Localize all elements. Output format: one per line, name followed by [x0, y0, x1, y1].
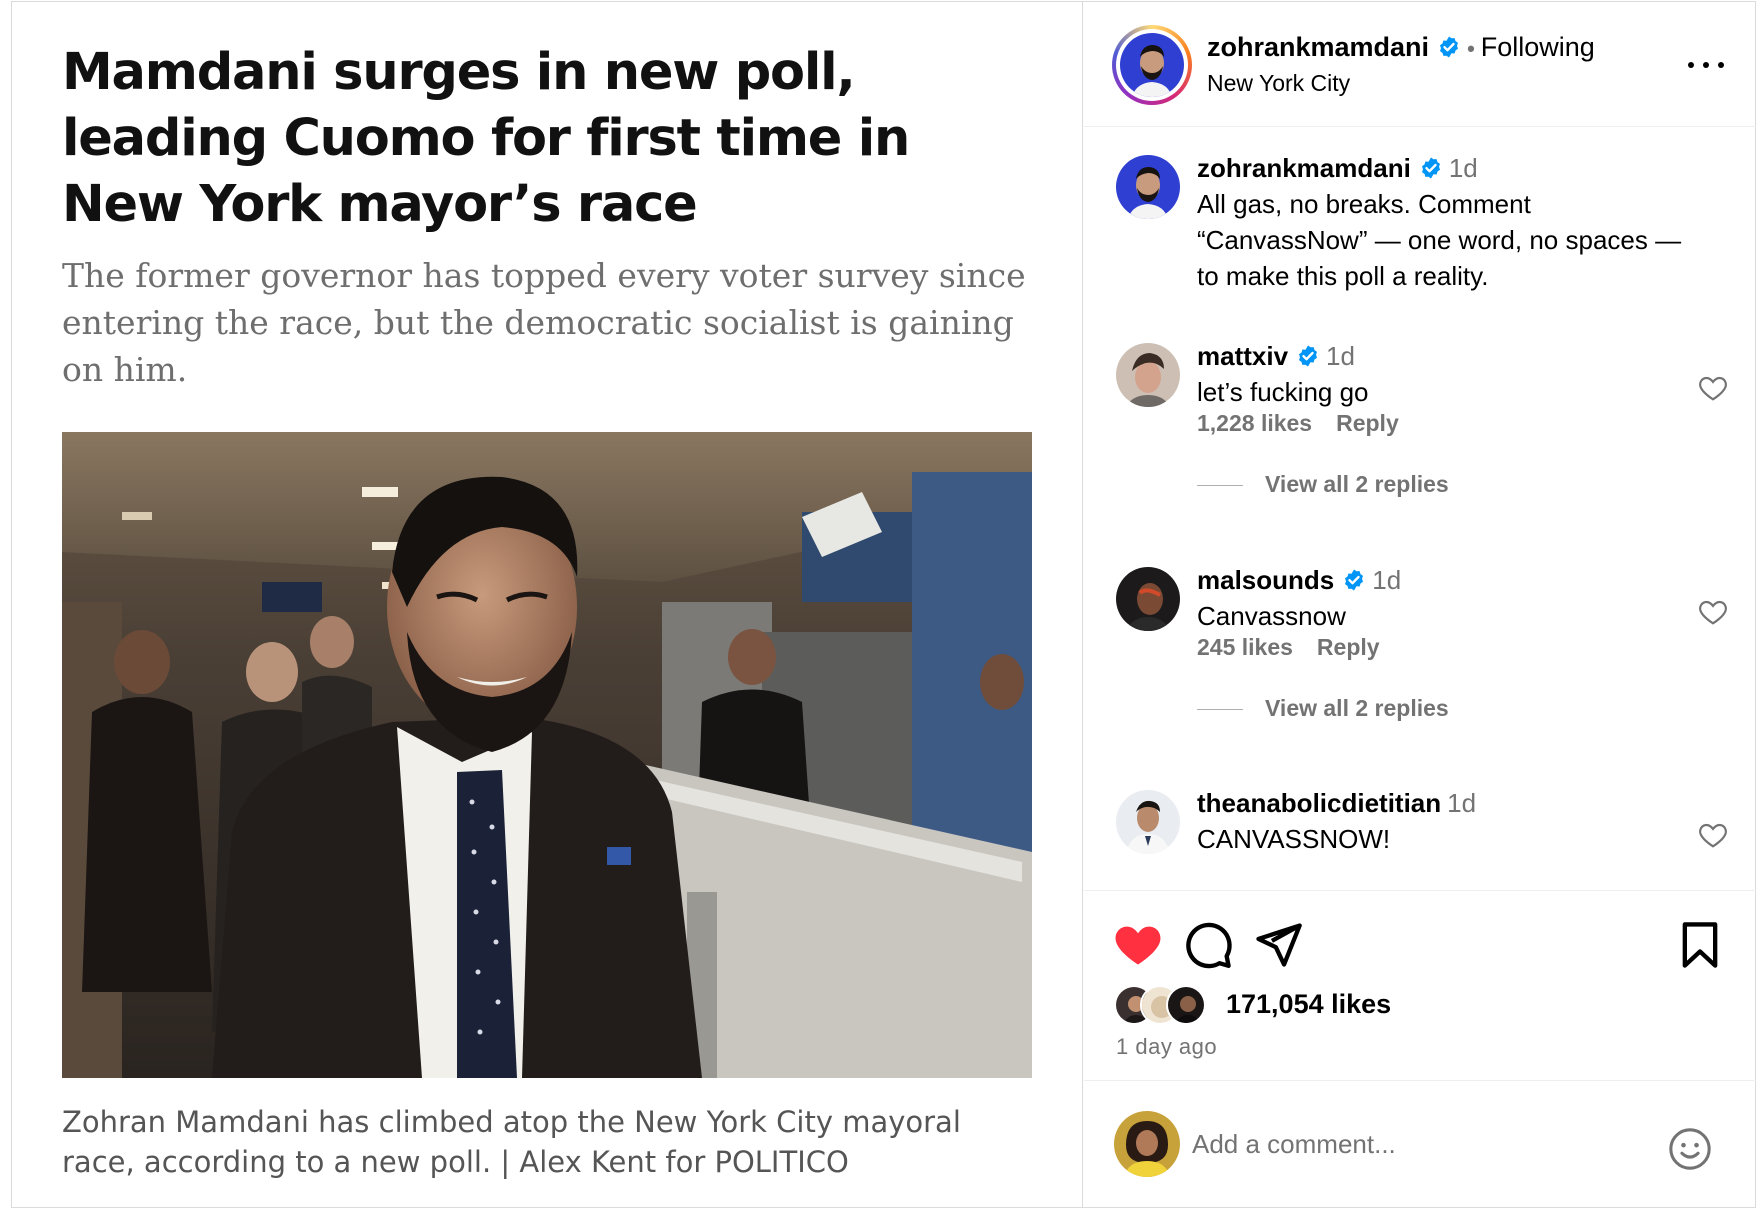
- view-replies-label: View all 2 replies: [1265, 695, 1449, 721]
- comment-meta: 1,228 likes Reply: [1197, 410, 1423, 437]
- likes-count[interactable]: 171,054 likes: [1226, 989, 1391, 1020]
- share-icon[interactable]: [1252, 919, 1304, 971]
- verified-icon: [1421, 157, 1440, 179]
- view-replies[interactable]: View all 2 replies: [1197, 695, 1449, 722]
- current-user-avatar: [1114, 1111, 1180, 1177]
- verified-icon: [1345, 569, 1364, 591]
- article-caption: Zohran Mamdani has climbed atop the New …: [62, 1105, 961, 1179]
- bookmark-icon[interactable]: [1674, 919, 1726, 971]
- comment-avatar[interactable]: [1116, 567, 1180, 631]
- comment-meta: 245 likes Reply: [1197, 634, 1404, 661]
- post-actions: 171,054 likes 1 day ago: [1084, 890, 1756, 1080]
- caption-time: 1d: [1448, 153, 1478, 183]
- comment-like-heart-icon[interactable]: [1696, 819, 1730, 851]
- post-header: zohrankmamdani • Following New York City: [1084, 2, 1756, 127]
- comment-avatar-image: [1116, 790, 1180, 854]
- liker-avatar-image: [1168, 987, 1204, 1023]
- likers-avatars[interactable]: [1114, 985, 1234, 1027]
- comment-time: 1d: [1372, 565, 1402, 595]
- comment-avatar[interactable]: [1116, 790, 1180, 854]
- caption-text: All gas, no breaks. Comment “CanvassNow”…: [1197, 189, 1682, 291]
- verified-icon: [1299, 345, 1318, 367]
- post-media[interactable]: Mamdani surges in new poll, leading Cuom…: [12, 2, 1083, 1207]
- comment-time: 1d: [1326, 341, 1355, 371]
- add-comment-input[interactable]: [1192, 1119, 1572, 1169]
- verified-icon: [1440, 36, 1459, 58]
- caption-body: zohrankmamdani 1d All gas, no breaks. Com…: [1197, 150, 1697, 294]
- comment-text: CANVASSNOW!: [1197, 824, 1391, 854]
- header-username-row: zohrankmamdani • Following: [1207, 32, 1595, 63]
- comment-username[interactable]: mattxiv: [1197, 341, 1288, 371]
- comment-text: Canvassnow: [1197, 601, 1346, 631]
- comment-username[interactable]: malsounds: [1197, 565, 1334, 595]
- caption-username[interactable]: zohrankmamdani: [1197, 153, 1411, 183]
- comment-text: let’s fucking go: [1197, 377, 1369, 407]
- header-location[interactable]: New York City: [1207, 70, 1350, 97]
- comment-avatar-image: [1116, 567, 1180, 631]
- comment-likes[interactable]: 245 likes: [1197, 634, 1293, 660]
- article-headline: Mamdani surges in new poll, leading Cuom…: [62, 43, 910, 234]
- comments-list[interactable]: zohrankmamdani 1d All gas, no breaks. Com…: [1084, 128, 1756, 890]
- author-avatar[interactable]: [1112, 25, 1192, 105]
- comment-likes[interactable]: 1,228 likes: [1197, 410, 1312, 436]
- reply-button[interactable]: Reply: [1336, 410, 1399, 436]
- more-options-icon[interactable]: [1684, 50, 1728, 80]
- author-comment-avatar[interactable]: [1116, 155, 1180, 219]
- view-replies[interactable]: View all 2 replies: [1197, 471, 1449, 498]
- comment-body: malsounds 1d Canvassnow: [1197, 562, 1697, 634]
- comment-like-heart-icon[interactable]: [1696, 596, 1730, 628]
- author-comment-avatar-image: [1116, 155, 1180, 219]
- post-sidebar: zohrankmamdani •Following New York City: [1084, 2, 1756, 1207]
- article-photo: [62, 432, 1032, 1078]
- newsroom-photo: [62, 432, 1032, 1078]
- article-dek: The former governor has topped every vot…: [62, 256, 1026, 389]
- liker-avatar: [1166, 985, 1206, 1025]
- comment-avatar[interactable]: [1116, 343, 1180, 407]
- author-avatar-image: [1120, 33, 1184, 97]
- view-replies-label: View all 2 replies: [1265, 471, 1449, 497]
- comment-icon[interactable]: [1182, 919, 1234, 971]
- comment-body: theanabolicdietitian 1d CANVASSNOW!: [1197, 785, 1697, 857]
- heart-icon[interactable]: [1112, 919, 1164, 971]
- post-window: Mamdani surges in new poll, leading Cuom…: [11, 1, 1756, 1208]
- emoji-icon[interactable]: [1667, 1126, 1713, 1172]
- comment-avatar-image: [1116, 343, 1180, 407]
- header-separator: •: [1467, 35, 1475, 61]
- reply-button[interactable]: Reply: [1317, 634, 1380, 660]
- comment-body: mattxiv 1d let’s fucking go: [1197, 338, 1697, 410]
- header-username[interactable]: zohrankmamdani: [1207, 32, 1429, 62]
- comment-like-heart-icon[interactable]: [1696, 372, 1730, 404]
- add-comment-bar: [1084, 1080, 1756, 1207]
- post-time: 1 day ago: [1116, 1034, 1218, 1059]
- following-button[interactable]: Following: [1481, 32, 1595, 62]
- comment-time: 1d: [1447, 788, 1477, 818]
- current-user-avatar-image: [1114, 1111, 1180, 1177]
- comment-username[interactable]: theanabolicdietitian: [1197, 788, 1441, 818]
